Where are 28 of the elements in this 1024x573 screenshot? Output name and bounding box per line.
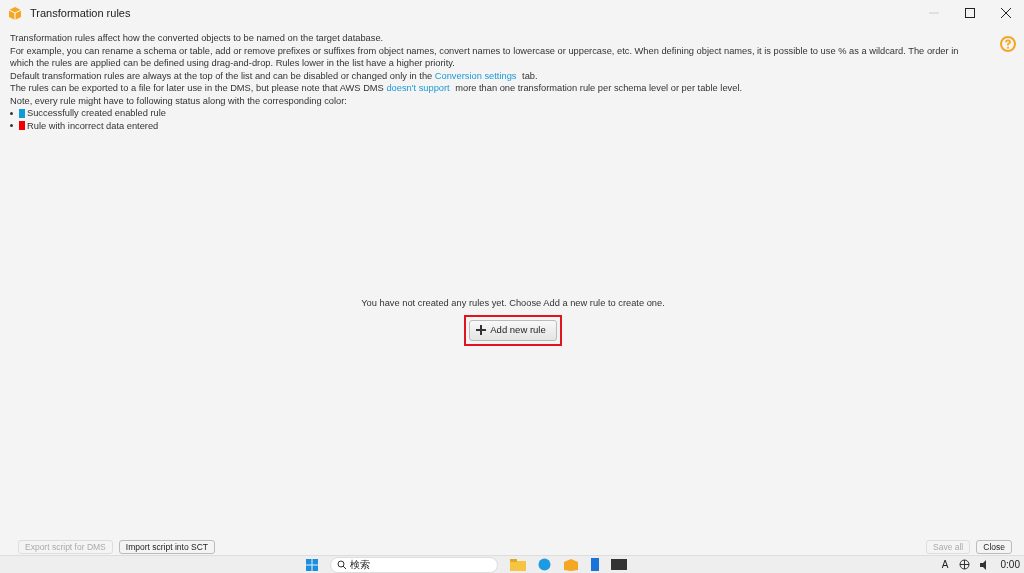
description-text: Note, every rule might have to following status along with the corresponding color: [10, 94, 348, 107]
close-icon[interactable] [1001, 8, 1011, 18]
empty-message: You have not created any rules yet. Choose Add a new rule to create one. [361, 296, 665, 309]
search-field[interactable]: 検索 [330, 556, 498, 573]
search-icon [337, 560, 346, 569]
box-icon[interactable] [563, 558, 579, 571]
windows-icon[interactable] [306, 558, 318, 571]
maximize-icon[interactable] [965, 8, 975, 18]
folder-icon[interactable] [510, 558, 526, 571]
plus-icon [476, 325, 487, 336]
description-text: Transformation rules affect how the converted objects to be named on the target database. [10, 32, 385, 45]
description-text: For example, you can rename a schema or table, add or remove prefixes or suffixes from object names, convert names to lowercase or uppercase, etc. When defining object names, it is possible to use % as a wildcard. The order in which the rules are applied can be defined using drag-and-drop. Rules lower in the list have a higher priority. [10, 44, 960, 70]
footer-button[interactable]: Close [976, 540, 1012, 554]
clock[interactable]: 0:00 [1000, 559, 1020, 570]
legend-label: Successfully created enabled rule [27, 107, 167, 120]
add-rule-button[interactable]: Add new rule [469, 320, 557, 341]
description-text: Default transformation rules are always at the top of the list and can be disabled or changed only in the Conversion settings tab. [10, 69, 539, 82]
bullet-icon [10, 111, 13, 115]
box-icon [8, 6, 22, 20]
input-indicator[interactable]: A [941, 559, 949, 570]
legend-label: Rule with incorrect data entered [27, 119, 159, 132]
description-text: The rules can be exported to a file for later use in the DMS, but please note that AWS DMS doesn't support more than one transformation rule per schema level or per table level. [10, 82, 744, 95]
window-title: Transformation rules [30, 7, 131, 19]
globe-icon[interactable] [958, 559, 970, 570]
help-icon[interactable] [1000, 36, 1016, 52]
bullet-icon [10, 124, 13, 128]
footer-button[interactable]: Import script into SCT [118, 540, 215, 554]
browser-icon[interactable] [538, 558, 551, 571]
